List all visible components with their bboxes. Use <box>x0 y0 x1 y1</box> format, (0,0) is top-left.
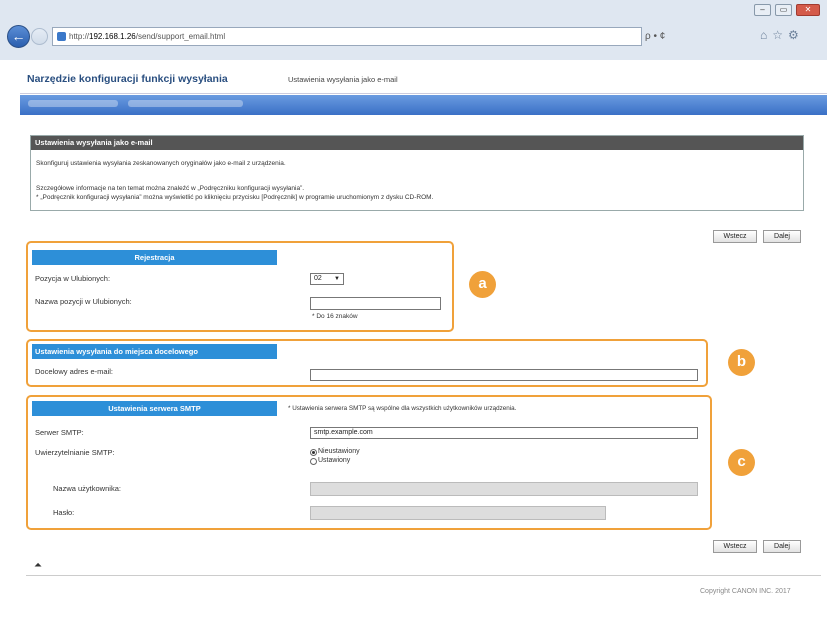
auth-on-radio[interactable] <box>310 458 317 465</box>
forward-arrow-icon[interactable] <box>31 28 48 45</box>
app-subtitle: Ustawienia wysyłania jako e-mail <box>288 75 398 84</box>
smtp-user-input[interactable] <box>310 482 698 496</box>
favorite-name-note: * Do 16 znaków <box>312 313 358 320</box>
back-arrow-icon[interactable]: ← <box>7 25 30 48</box>
auth-on-label: Ustawiony <box>318 457 351 464</box>
smtp-header: Ustawienia serwera SMTP <box>32 401 277 416</box>
info-box: Ustawienia wysyłania jako e-mail Skonfig… <box>30 135 804 211</box>
url-path: /send/support_email.html <box>135 32 226 41</box>
app-header: Narzędzie konfiguracji funkcji wysyłania… <box>20 60 827 94</box>
callout-b-badge: b <box>728 349 755 376</box>
callout-a-badge: a <box>469 271 496 298</box>
browser-chrome: – ▭ ✕ ← http://192.168.1.26/send/support… <box>0 0 827 60</box>
next-button-bottom[interactable]: Dalej <box>763 540 801 553</box>
url-prefix: http:// <box>69 32 90 41</box>
maximize-button[interactable]: ▭ <box>775 4 792 16</box>
favorite-position-label: Pozycja w Ulubionych: <box>35 274 111 283</box>
auth-off-radio[interactable] <box>310 449 317 456</box>
info-line-2: Szczegółowe informacje na ten temat możn… <box>36 185 305 192</box>
copyright-text: Copyright CANON INC. 2017 <box>700 588 791 595</box>
blurred-nav-bar <box>20 95 827 115</box>
callout-c-badge: c <box>728 449 755 476</box>
close-window-button[interactable]: ✕ <box>796 4 820 16</box>
smtp-server-label: Serwer SMTP: <box>35 428 84 437</box>
address-bar[interactable]: http://192.168.1.26/send/support_email.h… <box>52 27 642 46</box>
url-host: 192.168.1.26 <box>89 32 136 41</box>
smtp-auth-label: Uwierzytelnianie SMTP: <box>35 448 115 457</box>
favorite-position-select[interactable]: 02 ▼ <box>310 273 344 285</box>
favorite-name-input[interactable] <box>310 297 441 310</box>
back-button-bottom[interactable]: Wstecz <box>713 540 757 553</box>
smtp-password-input[interactable] <box>310 506 606 520</box>
back-button-top[interactable]: Wstecz <box>713 230 757 243</box>
favorite-name-label: Nazwa pozycji w Ulubionych: <box>35 297 132 306</box>
destination-email-label: Docelowy adres e-mail: <box>35 367 113 376</box>
info-line-3: * „Podręcznik konfiguracji wysyłania” mo… <box>36 194 434 201</box>
destination-header: Ustawienia wysyłania do miejsca docelowe… <box>32 344 277 359</box>
address-tools[interactable]: ρ • ¢ <box>645 27 735 46</box>
chevron-down-icon: ▼ <box>334 276 340 282</box>
info-title: Ustawienia wysyłania jako e-mail <box>31 136 803 150</box>
footer-divider <box>26 575 821 576</box>
smtp-password-label: Hasło: <box>53 508 75 517</box>
info-line-1: Skonfiguruj ustawienia wysyłania zeskano… <box>36 160 286 167</box>
app-title: Narzędzie konfiguracji funkcji wysyłania <box>27 73 228 85</box>
destination-email-input[interactable] <box>310 369 698 381</box>
smtp-server-input[interactable]: smtp.example.com <box>310 427 698 439</box>
registration-header: Rejestracja <box>32 250 277 265</box>
smtp-note: * Ustawienia serwera SMTP są wspólne dla… <box>288 405 517 412</box>
minimize-button[interactable]: – <box>754 4 771 16</box>
scroll-top-icon[interactable]: ⏶ <box>34 560 42 571</box>
auth-off-label: Nieustawiony <box>318 448 360 455</box>
next-button-top[interactable]: Dalej <box>763 230 801 243</box>
page-favicon-icon <box>57 32 66 41</box>
favorite-position-value: 02 <box>314 275 322 282</box>
home-favorites-settings-icons[interactable]: ⌂☆⚙ <box>760 28 804 42</box>
smtp-user-label: Nazwa użytkownika: <box>53 484 121 493</box>
